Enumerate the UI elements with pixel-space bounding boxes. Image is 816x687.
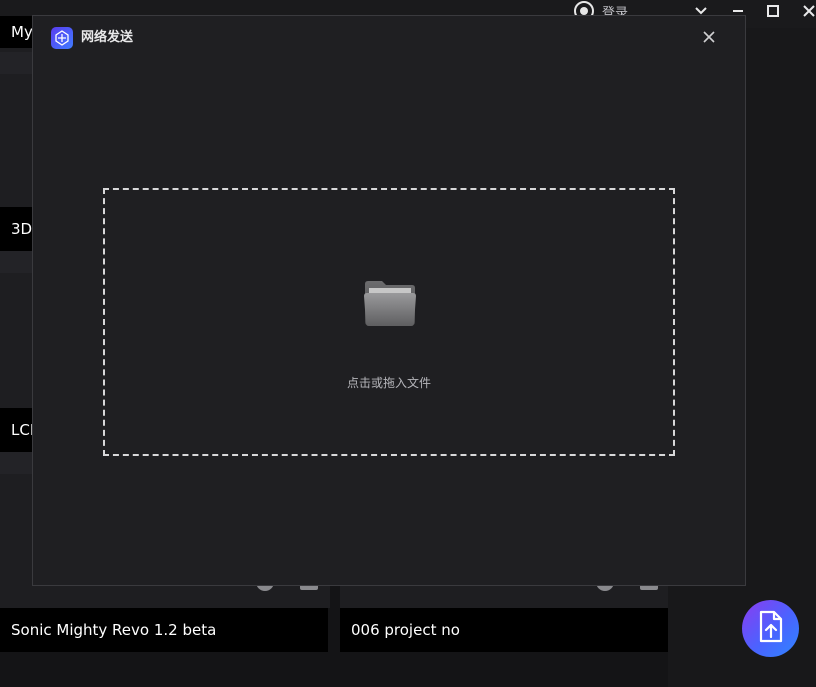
upload-file-icon xyxy=(756,610,786,648)
upload-fab-button[interactable] xyxy=(742,600,799,657)
dropzone-hint: 点击或拖入文件 xyxy=(346,376,431,390)
dialog-close-button[interactable] xyxy=(697,26,721,50)
project-card-title[interactable]: 006 project no xyxy=(340,608,668,652)
project-card-title[interactable]: LCI xyxy=(0,408,32,452)
close-icon xyxy=(702,29,716,48)
folder-icon xyxy=(363,278,417,328)
card-divider xyxy=(0,52,32,74)
maximize-icon[interactable] xyxy=(760,0,786,22)
card-divider xyxy=(0,452,32,474)
project-card-title[interactable]: My xyxy=(0,16,32,48)
app-window: 登录 My 3D LCI Sonic Mighty Revo 1.2 beta … xyxy=(0,0,816,687)
network-send-dialog: 网络发送 点击或拖入文件 xyxy=(32,15,746,586)
project-card-title[interactable]: 3D xyxy=(0,207,32,251)
dialog-title: 网络发送 xyxy=(81,30,134,45)
file-dropzone[interactable]: 点击或拖入文件 xyxy=(103,188,675,456)
dialog-header: 网络发送 xyxy=(33,16,745,60)
card-divider xyxy=(0,251,32,273)
project-card-title[interactable]: Sonic Mighty Revo 1.2 beta xyxy=(0,608,328,652)
app-logo-icon xyxy=(51,27,73,49)
close-icon[interactable] xyxy=(796,0,816,22)
